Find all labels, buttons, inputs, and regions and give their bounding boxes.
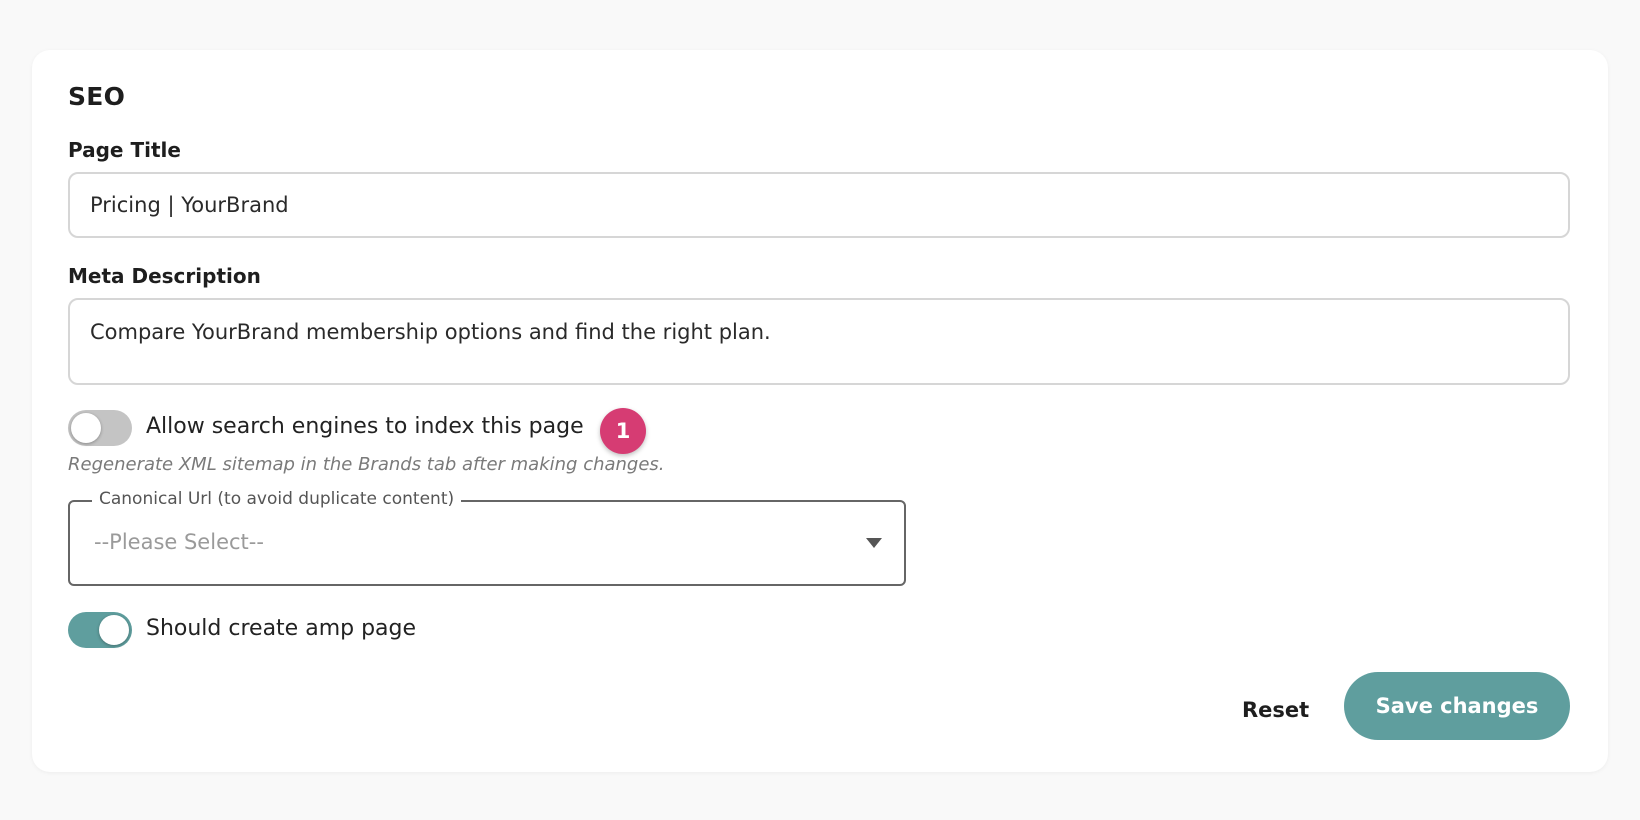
page-title-label: Page Title — [68, 138, 181, 162]
toggle-knob — [71, 413, 101, 443]
canonical-url-value: --Please Select-- — [94, 530, 264, 554]
section-title: SEO — [68, 82, 126, 111]
amp-toggle[interactable] — [68, 612, 132, 648]
index-toggle-label: Allow search engines to index this page — [146, 414, 584, 439]
caret-down-icon — [866, 538, 882, 548]
page-title-input[interactable] — [68, 172, 1570, 238]
reset-button[interactable]: Reset — [1242, 690, 1309, 730]
amp-toggle-label: Should create amp page — [146, 616, 417, 641]
step-badge: 1 — [600, 408, 646, 454]
save-changes-button[interactable]: Save changes — [1344, 672, 1570, 740]
seo-card: SEO Page Title Meta Description Compare … — [32, 50, 1608, 772]
meta-description-label: Meta Description — [68, 264, 261, 288]
toggle-knob — [99, 615, 129, 645]
index-toggle[interactable] — [68, 410, 132, 446]
meta-description-textarea[interactable]: Compare YourBrand membership options and… — [68, 298, 1570, 385]
canonical-url-legend: Canonical Url (to avoid duplicate conten… — [92, 489, 462, 509]
sitemap-hint: Regenerate XML sitemap in the Brands tab… — [68, 454, 665, 475]
canonical-url-select[interactable]: Canonical Url (to avoid duplicate conten… — [68, 489, 906, 586]
